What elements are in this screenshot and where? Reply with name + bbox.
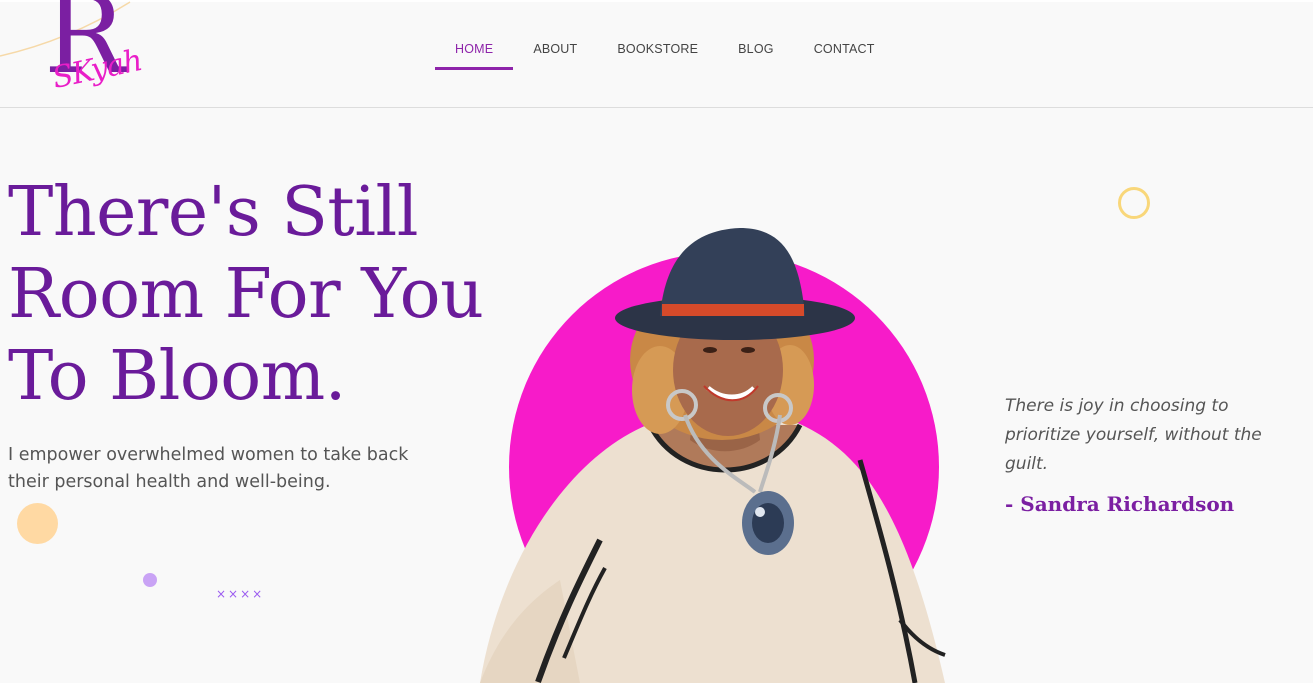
yellow-ring-decoration (1118, 187, 1150, 219)
hero-subtitle: I empower overwhelmed women to take back… (8, 445, 409, 492)
hero-title-line-3: To Bloom. (8, 337, 346, 416)
peach-dot-decoration (17, 503, 58, 544)
nav-contact[interactable]: CONTACT (794, 30, 895, 70)
violet-dot-decoration (143, 573, 157, 587)
nav-about[interactable]: ABOUT (513, 30, 597, 70)
nav-bookstore[interactable]: BOOKSTORE (597, 30, 718, 70)
site-logo[interactable]: R SKyah (0, 0, 145, 104)
nav-blog[interactable]: BLOG (718, 30, 794, 70)
nav-home[interactable]: HOME (435, 30, 514, 70)
header-top-line (0, 0, 1313, 2)
quote-text: There is joy in choosing to prioritize y… (1005, 396, 1262, 474)
site-header: R SKyah HOME ABOUT BOOKSTORE BLOG CONTAC… (0, 0, 1313, 108)
hero-title-line-2: Room For You (8, 255, 484, 334)
crosses-decoration: ×××× (216, 587, 265, 601)
quote-author: - Sandra Richardson (1005, 492, 1235, 516)
hero-title-line-1: There's Still (8, 173, 419, 252)
main-nav: HOME ABOUT BOOKSTORE BLOG CONTACT (435, 30, 895, 70)
portrait-image (480, 228, 946, 683)
hero-title: There's Still Room For You To Bloom. (8, 172, 488, 418)
